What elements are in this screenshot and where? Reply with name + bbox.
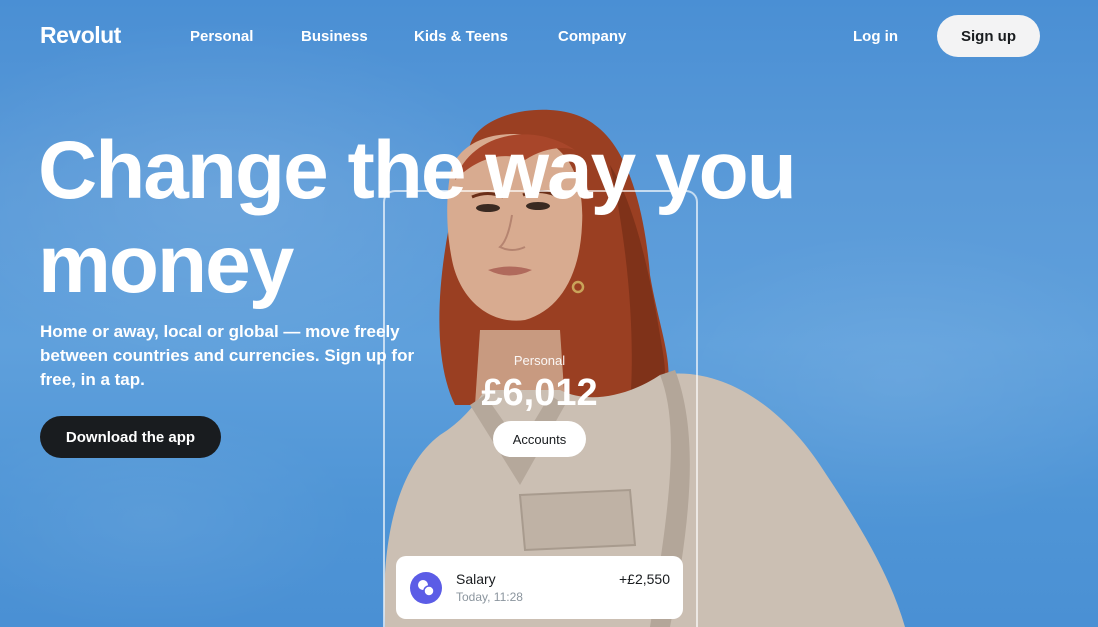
revolut-logo[interactable]: Revolut — [40, 22, 121, 49]
signup-button[interactable]: Sign up — [937, 15, 1040, 57]
nav-link-company[interactable]: Company — [558, 28, 626, 45]
hero-subtitle: Home or away, local or global — move fre… — [40, 322, 415, 389]
transaction-time: Today, 11:28 — [456, 590, 523, 604]
transaction-title: Salary — [456, 571, 496, 587]
transaction-card: Salary Today, 11:28 +£2,550 — [396, 556, 683, 619]
nav-link-kids-teens[interactable]: Kids & Teens — [414, 28, 508, 45]
accounts-button[interactable]: Accounts — [493, 421, 586, 457]
transaction-amount: +£2,550 — [619, 571, 670, 587]
account-label: Personal — [513, 353, 566, 368]
balance-amount: £6,012 — [481, 372, 598, 414]
nav-link-personal[interactable]: Personal — [190, 28, 253, 45]
top-navigation: Revolut Personal Business Kids & Teens C… — [0, 0, 1098, 72]
login-link[interactable]: Log in — [853, 28, 898, 45]
coins-icon — [410, 572, 442, 604]
download-app-button[interactable]: Download the app — [40, 416, 221, 458]
nav-link-business[interactable]: Business — [301, 28, 368, 45]
